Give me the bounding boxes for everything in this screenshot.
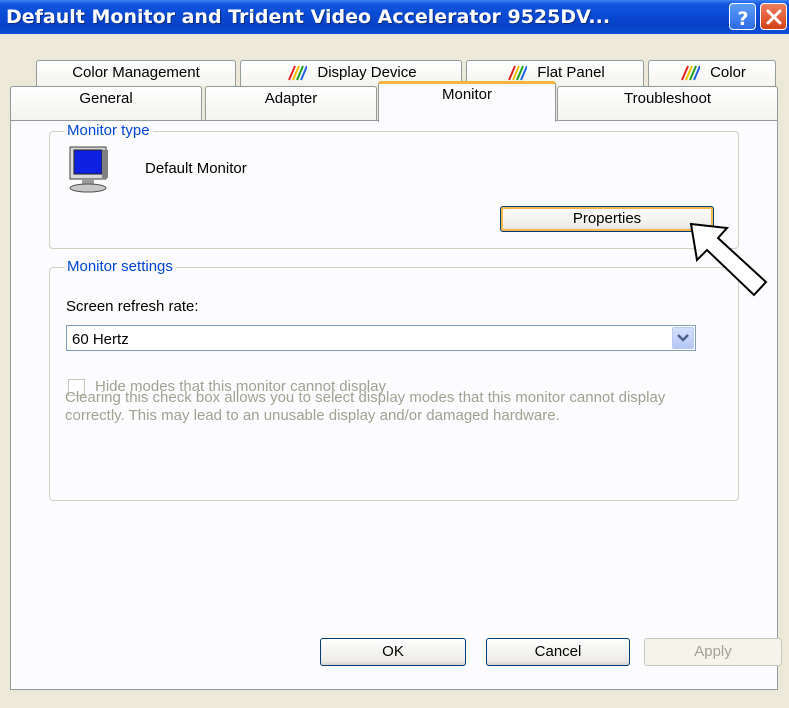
chevron-down-icon xyxy=(677,334,689,342)
hollow-pointer-arrow-icon xyxy=(689,222,768,297)
monitor-icon xyxy=(69,146,108,193)
apply-button[interactable]: Apply xyxy=(644,638,782,666)
tab-monitor[interactable]: Monitor xyxy=(378,81,556,122)
refresh-rate-select[interactable]: 60 Hertz xyxy=(66,325,696,351)
tab-color-management[interactable]: Color Management xyxy=(36,60,236,86)
color-stripes-icon xyxy=(288,65,308,81)
help-question-icon: ? xyxy=(737,8,748,30)
dropdown-button[interactable] xyxy=(672,327,694,349)
color-stripes-icon xyxy=(508,65,528,81)
tab-label: Troubleshoot xyxy=(624,90,711,107)
tab-label: Flat Panel xyxy=(537,64,605,81)
monitor-type-group: Monitor type Default Monitor Properties xyxy=(49,122,739,249)
ok-button[interactable]: OK xyxy=(320,638,466,666)
hide-modes-description: Clearing this check box allows you to se… xyxy=(65,389,666,424)
close-x-icon xyxy=(766,9,782,25)
tab-adapter[interactable]: Adapter xyxy=(205,86,377,121)
tab-label: Monitor xyxy=(441,86,493,103)
monitor-type-legend: Monitor type xyxy=(64,122,153,140)
monitor-settings-group: Monitor settings Screen refresh rate: 60… xyxy=(49,258,739,501)
tab-troubleshoot[interactable]: Troubleshoot xyxy=(557,86,778,121)
refresh-rate-label: Screen refresh rate: xyxy=(66,298,199,315)
monitor-settings-legend: Monitor settings xyxy=(64,258,176,276)
color-stripes-icon xyxy=(681,65,701,81)
title-bar: Default Monitor and Trident Video Accele… xyxy=(0,0,789,34)
tab-color[interactable]: Color xyxy=(648,60,776,86)
refresh-rate-value: 60 Hertz xyxy=(72,331,129,348)
close-button[interactable] xyxy=(760,3,787,30)
tab-panel-monitor: Monitor type Default Monitor Properties … xyxy=(10,120,778,690)
svg-text:?: ? xyxy=(737,8,748,30)
tab-label: General xyxy=(79,90,133,107)
tab-label: Adapter xyxy=(264,90,318,107)
window-title: Default Monitor and Trident Video Accele… xyxy=(6,6,611,28)
cancel-button[interactable]: Cancel xyxy=(486,638,630,666)
monitor-name: Default Monitor xyxy=(145,160,247,177)
tab-label: Color xyxy=(710,64,746,81)
tab-general[interactable]: General xyxy=(10,86,202,121)
properties-button[interactable]: Properties xyxy=(500,206,714,232)
tab-label: Color Management xyxy=(72,64,200,81)
dialog-body: Color Management Display Device Flat Pan… xyxy=(0,34,789,708)
tab-label: Display Device xyxy=(317,64,417,81)
help-button[interactable]: ? xyxy=(729,3,756,30)
